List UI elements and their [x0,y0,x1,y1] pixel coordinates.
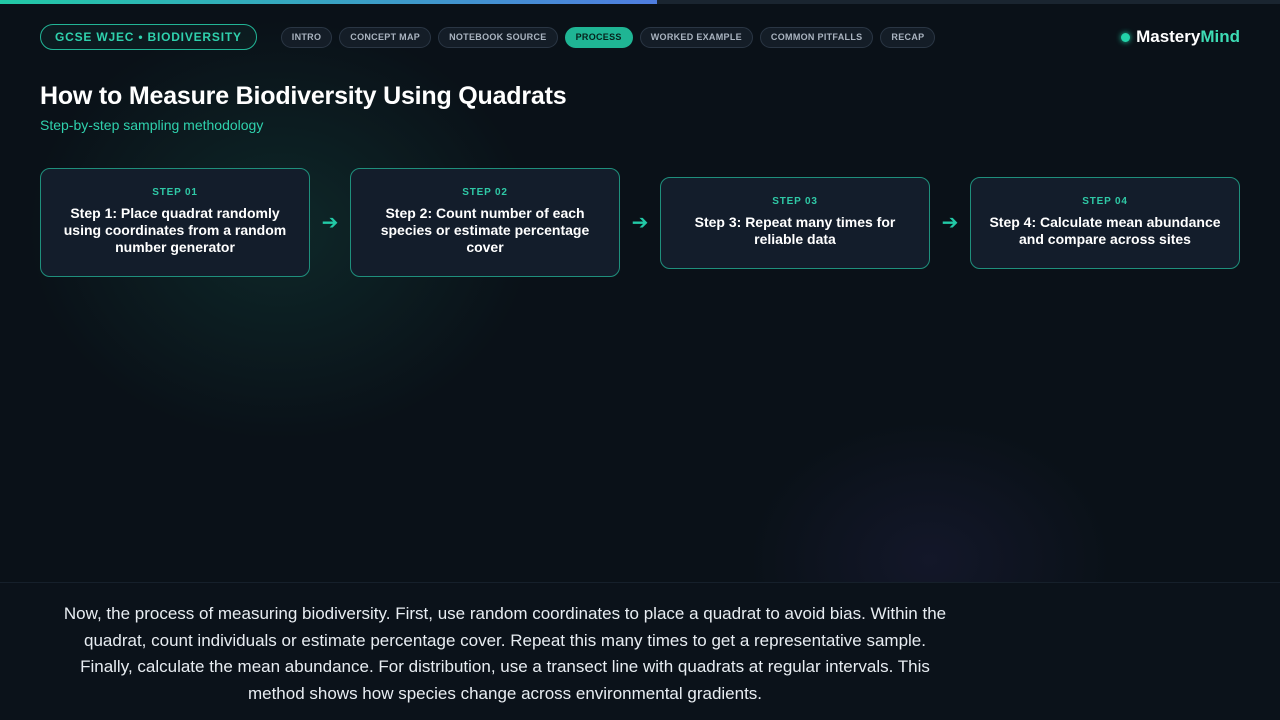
progress-fill [0,0,657,4]
tab-intro[interactable]: INTRO [280,26,333,48]
course-badge: GCSE WJEC • BIODIVERSITY [40,24,257,50]
tab-recap[interactable]: RECAP [880,26,936,48]
brand-dot-icon [1121,32,1131,42]
step-number: STEP 01 [152,187,198,198]
nav-tabs: INTRO CONCEPT MAP NOTEBOOK SOURCE PROCES… [280,26,936,48]
step-card-1[interactable]: STEP 01 Step 1: Place quadrat randomly u… [40,168,310,277]
process-steps: STEP 01 Step 1: Place quadrat randomly u… [40,168,1240,277]
step-text: Step 1: Place quadrat randomly using coo… [63,205,287,255]
caption-bar: Now, the process of measuring biodiversi… [0,582,1280,720]
brand-name-part2: Mind [1200,27,1240,46]
step-text: Step 4: Calculate mean abundance and com… [989,213,1221,247]
step-number: STEP 04 [1082,195,1128,207]
brand-name-part1: Mastery [1136,27,1201,46]
step-card-2[interactable]: STEP 02 Step 2: Count number of each spe… [350,168,620,277]
brand-logo: Mastery Mind [1121,27,1240,47]
arrow-right-icon: ➔ [941,212,959,234]
progress-bar [0,0,1280,4]
step-text: Step 2: Count number of each species or … [380,205,590,255]
page-subtitle: Step-by-step sampling methodology [40,117,264,133]
tab-notebook-source[interactable]: NOTEBOOK SOURCE [438,26,558,48]
step-number: STEP 03 [772,195,818,207]
step-card-3[interactable]: STEP 03 Step 3: Repeat many times for re… [660,176,930,269]
tab-concept-map[interactable]: CONCEPT MAP [339,26,432,48]
top-bar: GCSE WJEC • BIODIVERSITY INTRO CONCEPT M… [40,24,1240,50]
arrow-right-icon: ➔ [321,212,339,234]
tab-common-pitfalls[interactable]: COMMON PITFALLS [759,26,874,48]
tab-worked-example[interactable]: WORKED EXAMPLE [639,26,753,48]
step-card-4[interactable]: STEP 04 Step 4: Calculate mean abundance… [970,176,1240,269]
page-title: How to Measure Biodiversity Using Quadra… [40,82,567,110]
narration-caption: Now, the process of measuring biodiversi… [63,604,947,703]
step-number: STEP 02 [462,187,508,198]
tab-process[interactable]: PROCESS [564,26,633,48]
arrow-right-icon: ➔ [631,212,649,234]
step-text: Step 3: Repeat many times for reliable d… [694,213,896,247]
